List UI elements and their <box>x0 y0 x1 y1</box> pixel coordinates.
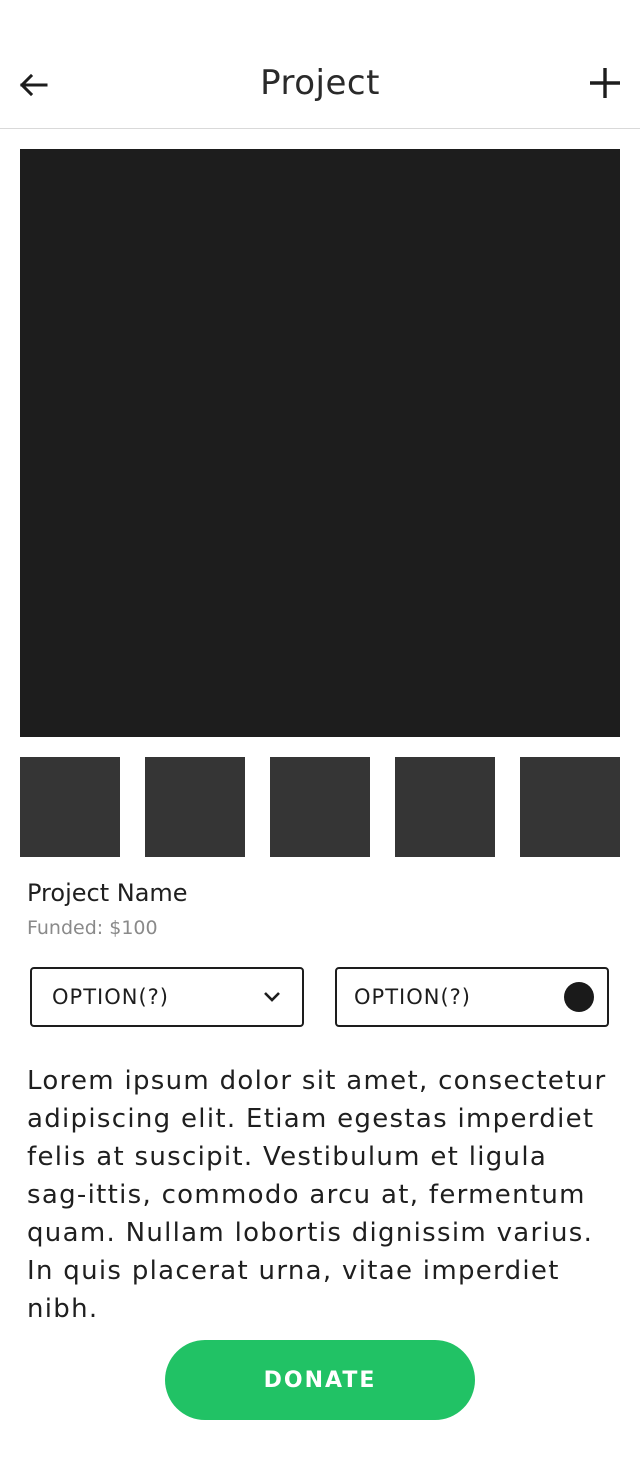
thumbnail-4[interactable] <box>395 757 495 857</box>
funded-amount: Funded: $100 <box>27 917 158 939</box>
page-title: Project <box>260 63 380 103</box>
main-image[interactable] <box>20 149 620 737</box>
thumbnail-2[interactable] <box>145 757 245 857</box>
project-description: Lorem ipsum dolor sit amet, consectetur … <box>27 1066 607 1324</box>
option-dropdown-label: OPTION(?) <box>52 985 169 1009</box>
project-name: Project Name <box>27 879 188 907</box>
thumbnail-strip <box>20 757 620 857</box>
add-button[interactable] <box>584 62 626 104</box>
option-toggle-label: OPTION(?) <box>354 985 471 1009</box>
thumbnail-1[interactable] <box>20 757 120 857</box>
chevron-down-icon <box>264 992 280 1002</box>
thumbnail-3[interactable] <box>270 757 370 857</box>
option-dropdown[interactable]: OPTION(?) <box>30 967 304 1027</box>
thumbnail-5[interactable] <box>520 757 620 857</box>
option-toggle[interactable]: OPTION(?) <box>335 967 609 1027</box>
app-header: Project <box>0 0 640 129</box>
donate-button[interactable]: DONATE <box>165 1340 475 1420</box>
plus-icon <box>590 68 620 98</box>
radio-dot-icon <box>564 982 594 1012</box>
